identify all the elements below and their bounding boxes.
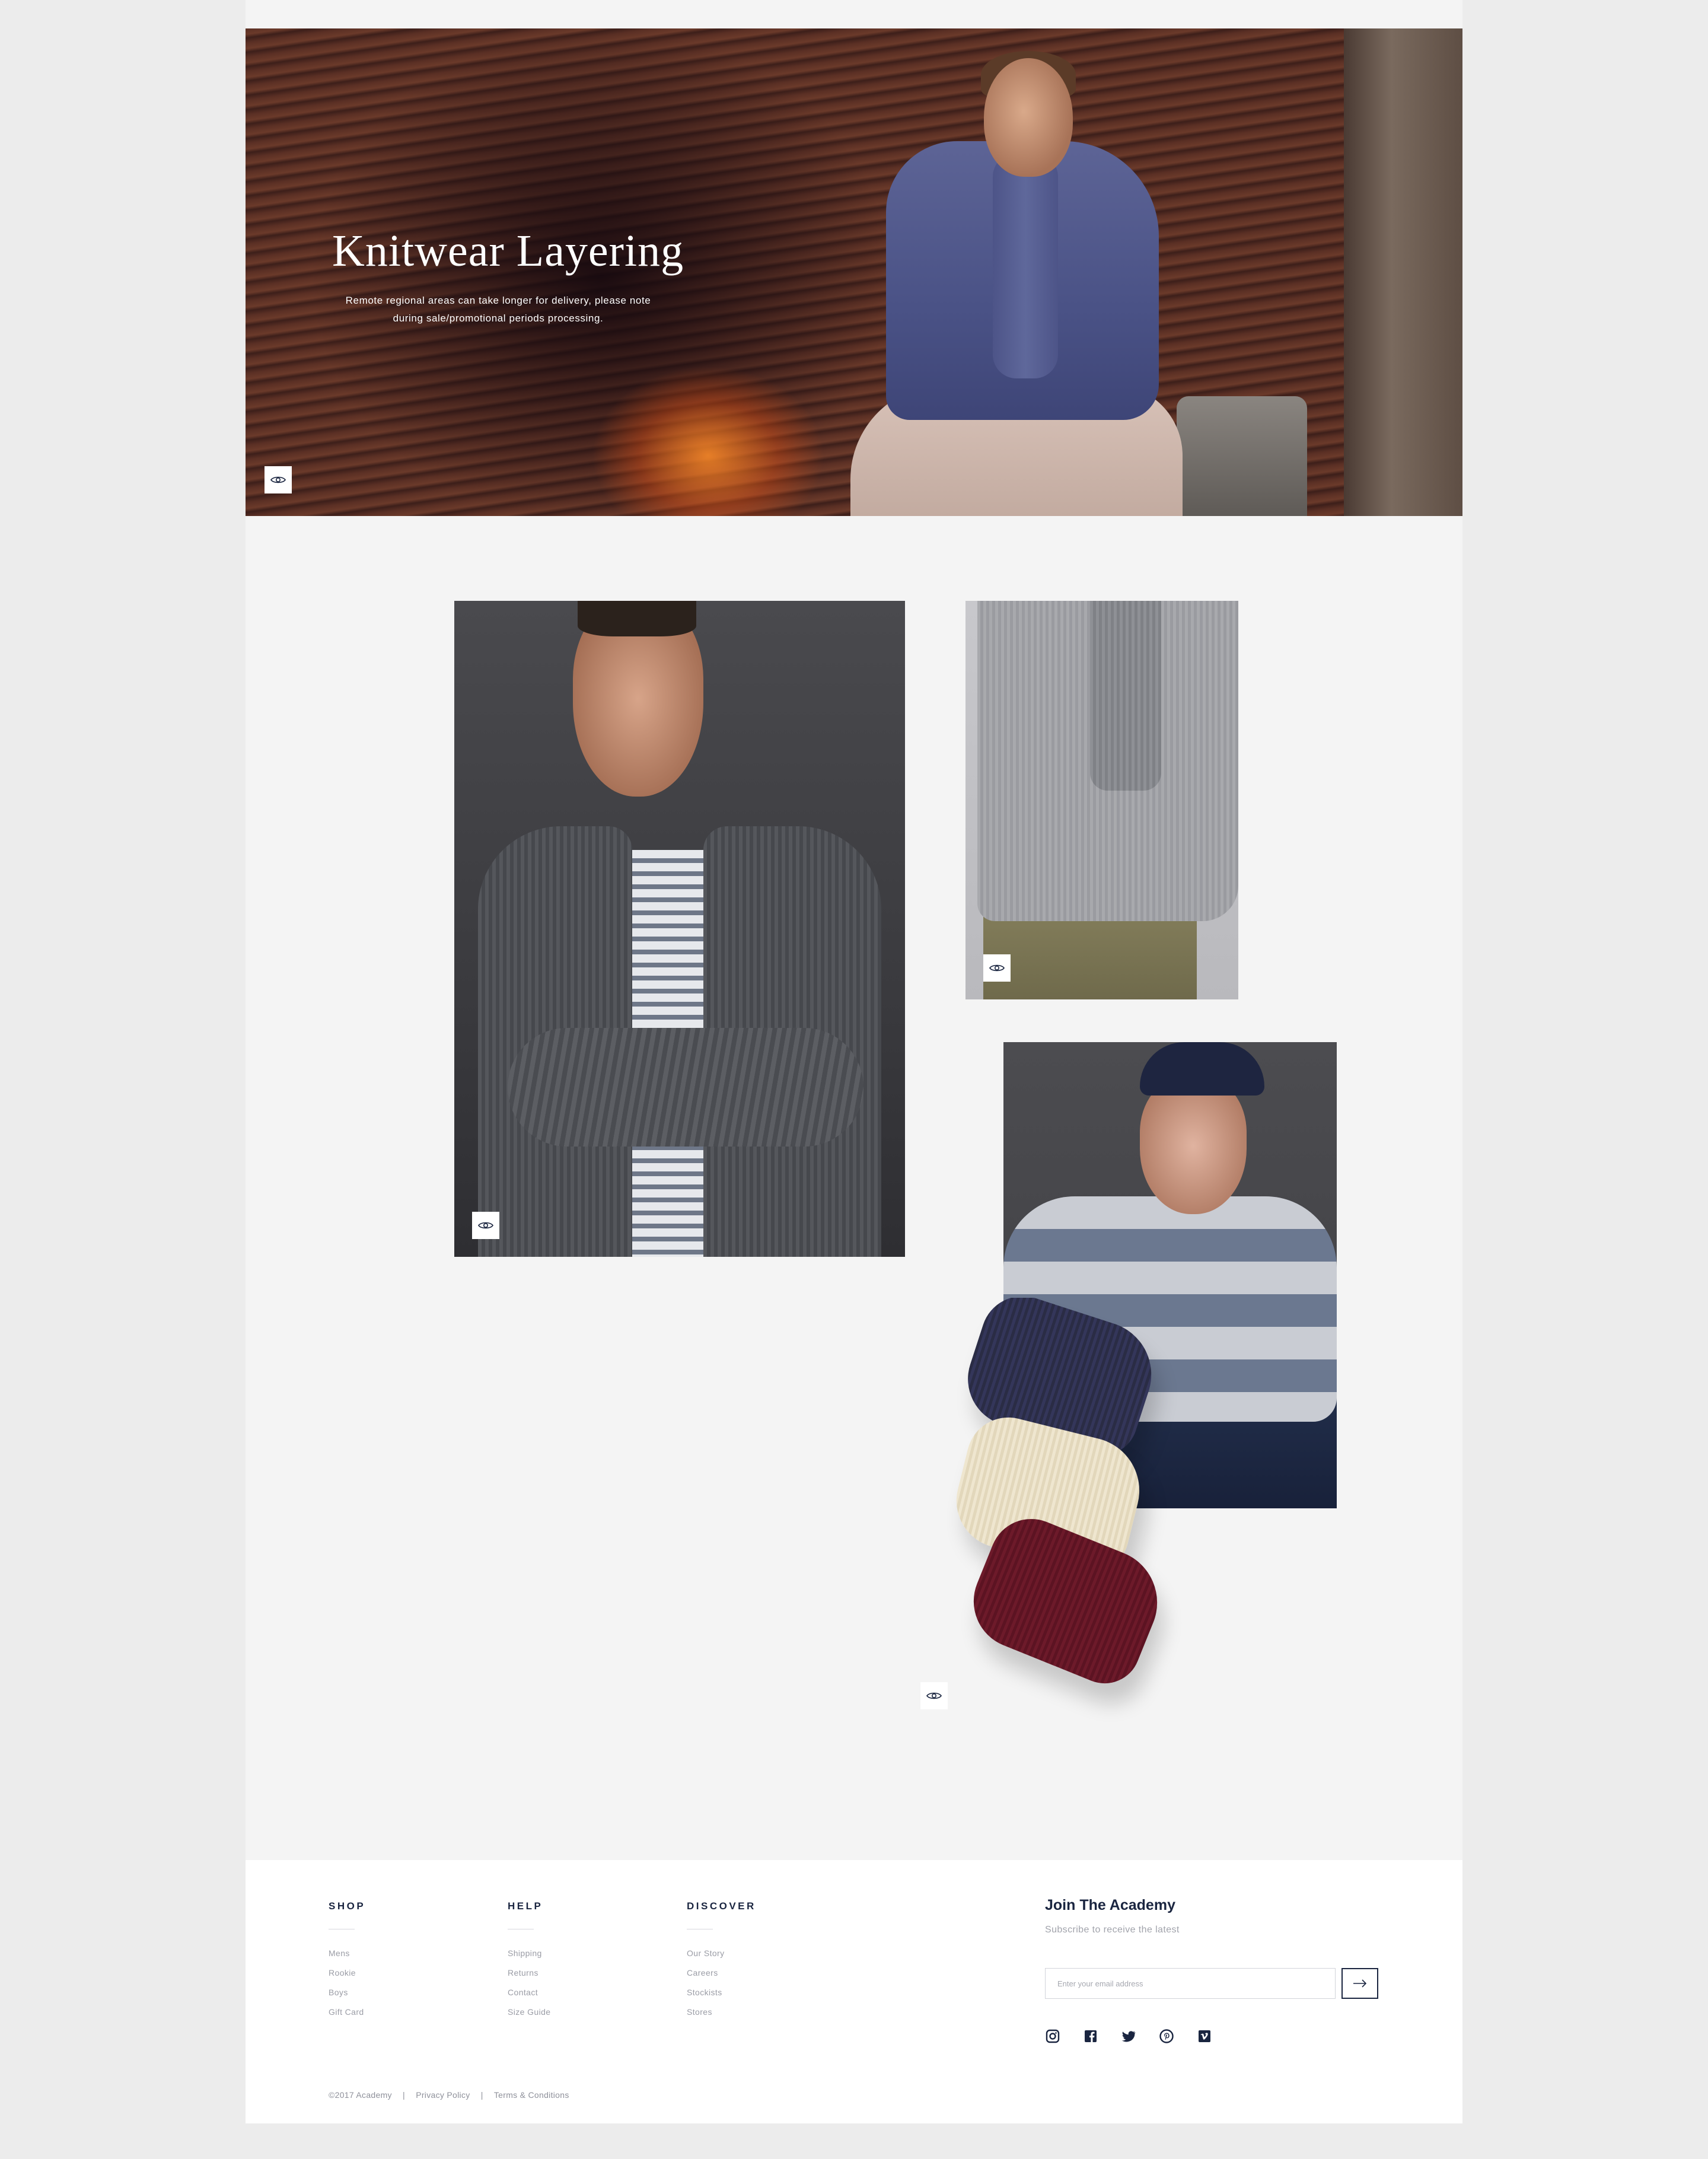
newsletter-form [1045,1968,1401,2000]
eye-icon [989,964,1005,972]
footer-link-shipping[interactable]: Shipping [508,1944,550,1963]
instagram-link[interactable] [1045,2029,1060,2044]
vimeo-link[interactable] [1197,2029,1212,2044]
footer-help-heading: HELP [508,1900,543,1912]
footer-link-mens[interactable]: Mens [329,1944,365,1963]
page: Knitwear Layering Remote regional areas … [246,0,1462,2123]
instagram-icon [1046,2029,1060,2043]
hero-title: Knitwear Layering [332,226,684,276]
legal-bar: ©2017 Academy | Privacy Policy | Terms &… [329,2090,569,2100]
footer-discover-column: DISCOVER Our Story Careers Stockists Sto… [687,1900,756,2022]
footer-link-stores[interactable]: Stores [687,2002,756,2022]
footer-link-stockists[interactable]: Stockists [687,1983,756,2002]
facebook-link[interactable] [1083,2029,1098,2044]
twitter-icon [1121,2031,1136,2042]
arrow-right-icon [1353,1979,1367,1988]
footer-link-boys[interactable]: Boys [329,1983,365,2002]
hero-model-image [850,28,1230,516]
footer-link-size-guide[interactable]: Size Guide [508,2002,550,2022]
privacy-policy-link[interactable]: Privacy Policy [416,2090,470,2100]
hero-subtitle: Remote regional areas can take longer fo… [345,295,651,324]
footer-discover-heading: DISCOVER [687,1900,756,1912]
pinterest-link[interactable] [1159,2029,1174,2044]
footer-link-contact[interactable]: Contact [508,1983,550,2002]
footer-link-careers[interactable]: Careers [687,1963,756,1983]
eye-icon [478,1222,493,1229]
folded-sweaters-quick-view-button[interactable] [920,1682,948,1709]
social-links [1045,2029,1212,2044]
look-grey-knit-quick-view-button[interactable] [983,954,1011,982]
email-input[interactable] [1045,1968,1336,1999]
look-cardigan-image[interactable] [454,601,905,1257]
vimeo-icon [1199,2030,1210,2042]
newsletter-subtitle: Subscribe to receive the latest [1045,1925,1180,1935]
hero-stone-wall [1344,28,1462,516]
pinterest-icon [1159,2029,1174,2043]
terms-conditions-link[interactable]: Terms & Conditions [494,2090,569,2100]
copyright-text: ©2017 Academy [329,2090,392,2100]
eye-icon [926,1692,942,1699]
look-cardigan-quick-view-button[interactable] [472,1212,499,1239]
footer-shop-column: SHOP Mens Rookie Boys Gift Card [329,1900,365,2022]
footer-link-returns[interactable]: Returns [508,1963,550,1983]
newsletter-title: Join The Academy [1045,1897,1175,1913]
legal-separator: | [403,2090,405,2100]
footer-link-gift-card[interactable]: Gift Card [329,2002,365,2022]
footer-shop-heading: SHOP [329,1900,366,1912]
subscribe-submit-button[interactable] [1341,1968,1378,1999]
hero-quick-view-button[interactable] [265,466,292,493]
footer-help-column: HELP Shipping Returns Contact Size Guide [508,1900,550,2022]
folded-sweaters-image[interactable] [906,1298,1191,1725]
site-footer: SHOP Mens Rookie Boys Gift Card HELP Shi… [246,1860,1462,2123]
footer-link-our-story[interactable]: Our Story [687,1944,756,1963]
twitter-link[interactable] [1121,2029,1136,2044]
look-grey-knit-image[interactable] [965,601,1238,999]
hero-banner[interactable]: Knitwear Layering Remote regional areas … [246,28,1462,516]
legal-separator: | [480,2090,483,2100]
newsletter-signup: Join The Academy Subscribe to receive th… [1045,1897,1401,1999]
footer-link-rookie[interactable]: Rookie [329,1963,365,1983]
facebook-icon [1085,2030,1097,2042]
eye-icon [270,476,286,483]
